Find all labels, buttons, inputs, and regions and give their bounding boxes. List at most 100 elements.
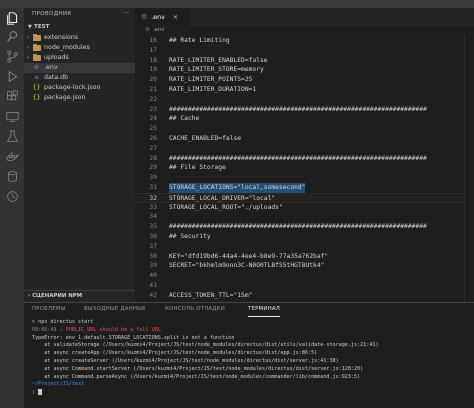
code-line[interactable]: 23 ######################################…	[135, 105, 474, 115]
line-number: 41	[149, 282, 157, 289]
code-line[interactable]: 38 KEY="dfd19bd6-44a4-4ee4-b8e9-77a35a762…	[135, 252, 474, 262]
line-number: 19	[149, 66, 157, 74]
tree-item-package-lock[interactable]: {} package-lock.json	[24, 83, 135, 93]
code-line[interactable]: 35 ######################################…	[135, 222, 474, 232]
breadcrumb-file: .env	[152, 27, 165, 33]
breadcrumb[interactable]: ⚙ .env	[135, 26, 474, 34]
line-number: 37	[149, 242, 157, 250]
line-number: 26	[149, 135, 157, 142]
code-line[interactable]: 32 STORAGE_LOCAL_DRIVER="local"	[135, 192, 474, 203]
code-line[interactable]: 28 ######################################…	[135, 154, 474, 164]
json-icon: {}	[32, 94, 41, 101]
terminal-cursor	[38, 389, 43, 396]
code-line[interactable]: 16 ## Rate Limiting	[135, 36, 474, 46]
line-text: ## Cache	[169, 115, 200, 123]
testing-icon[interactable]	[4, 128, 20, 144]
terminal-line: at async createApp (/Users/kuzmi4/Projec…	[32, 350, 318, 357]
code-line[interactable]: 30	[135, 173, 474, 183]
workspace-section-header[interactable]: ▼ TEST	[24, 22, 135, 32]
more-actions-icon[interactable]: ···	[123, 8, 129, 20]
code-line[interactable]: 22	[135, 95, 474, 105]
terminal-line: at async Command.parseAsync (/Users/kuzm…	[32, 373, 361, 380]
code-line[interactable]: 40	[135, 271, 474, 281]
tree-item-extensions[interactable]: › extensions	[24, 33, 135, 43]
chevron-right-icon: ›	[27, 45, 29, 51]
line-text: RATE_LIMITER_ENABLED=false	[169, 56, 268, 64]
tab-terminal[interactable]: ТЕРМИНАЛ	[248, 303, 281, 317]
tree-item-package-json[interactable]: {} package.json	[24, 93, 135, 103]
tree-item-env[interactable]: ⚙ .env	[24, 63, 135, 73]
terminal-line: at async Command.startServer (/Users/kuz…	[32, 365, 364, 372]
code-line[interactable]: 17	[135, 46, 474, 56]
warning-text: ⚠ PUBLIC_URL should be a full URL	[59, 326, 161, 333]
files-icon[interactable]	[4, 10, 20, 26]
remote-explorer-icon[interactable]	[4, 108, 20, 124]
line-number: 39	[149, 262, 157, 270]
line-number: 35	[149, 223, 157, 231]
folder-icon	[32, 44, 41, 52]
source-control-icon[interactable]	[4, 48, 20, 64]
database-icon[interactable]	[4, 168, 20, 184]
line-text: KEY="dfd19bd6-44a4-4ee4-b8e9-77a35a762ba…	[169, 252, 329, 260]
tab-problems[interactable]: ПРОБЛЕМЫ	[32, 303, 66, 317]
code-line[interactable]: 29 ## File Storage	[135, 163, 474, 173]
code-line[interactable]: 21 RATE_LIMITER_DURATION=1	[135, 85, 474, 95]
tree-item-uploads[interactable]: › uploads	[24, 53, 135, 63]
chevron-right-icon: ›	[27, 55, 29, 61]
line-number: 16	[149, 37, 157, 44]
explorer-sidebar: ПРОВОДНИК ··· ▼ TEST › extensions › node_…	[24, 8, 135, 308]
code-line[interactable]: 26 CACHE_ENABLED=false	[135, 134, 474, 144]
code-line[interactable]: 42 ACCESS_TOKEN_TTL="15m"	[135, 291, 474, 301]
code-line[interactable]: 37	[135, 242, 474, 252]
line-text: ## Rate Limiting	[169, 37, 230, 44]
line-text: ACCESS_TOKEN_TTL="15m"	[169, 291, 253, 299]
npm-scripts-header[interactable]: › СЦЕНАРИИ NPM	[24, 290, 135, 300]
line-number: 42	[149, 291, 157, 299]
terminal-prompt-path: ~/Project/JS/test	[32, 381, 472, 389]
code-line[interactable]: 36 ## Security	[135, 232, 474, 242]
tab-env[interactable]: ⚙ .env ×	[135, 8, 191, 26]
line-text: ## File Storage	[169, 164, 226, 172]
close-icon[interactable]: ×	[173, 14, 178, 21]
gear-icon: ⚙	[33, 64, 40, 71]
minimap[interactable]	[464, 34, 474, 302]
line-number: 18	[149, 56, 157, 64]
tab-debug-console[interactable]: КОНСОЛЬ ОТЛАДКИ	[165, 303, 225, 317]
code-line[interactable]: 39 SECRET="bkhmlm9onn3C-N0O0TLBfS5tHGT8Ut…	[135, 261, 474, 271]
code-line[interactable]: 33 STORAGE_LOCAL_ROOT="./uploads"	[135, 203, 474, 213]
code-line[interactable]: 31 STORAGE_LOCATIONS="local,somesecond"	[135, 183, 474, 193]
chevron-right-icon: ›	[28, 293, 31, 299]
chevron-right-icon: ›	[27, 35, 29, 41]
code-line[interactable]: 19 RATE_LIMITER_STORE=memory	[135, 65, 474, 75]
tab-output[interactable]: ВЫХОДНЫЕ ДАННЫЕ	[84, 303, 146, 317]
code-editor[interactable]: 16 ## Rate Limiting 17 18 RATE_LIMITER_ENABL…	[135, 34, 474, 302]
tree-item-data-db[interactable]: ≡ data.db	[24, 73, 135, 83]
run-debug-icon[interactable]	[4, 68, 20, 84]
line-number: 21	[149, 86, 157, 93]
sidebar-title: ПРОВОДНИК	[32, 11, 72, 17]
code-line[interactable]: 34	[135, 212, 474, 222]
extensions-icon[interactable]	[4, 88, 20, 104]
terminal-output[interactable]: > npx directus start 08:00:43 ⚠ PUBLIC_U…	[32, 319, 472, 408]
timeline-icon[interactable]	[4, 188, 20, 204]
tree-item-label: uploads	[44, 54, 69, 61]
folder-icon	[32, 54, 41, 62]
docker-icon[interactable]	[4, 148, 20, 164]
prompt-path: ~/Project/JS/test	[32, 381, 85, 388]
line-number: 20	[149, 76, 157, 84]
tree-item-node-modules[interactable]: › node_modules	[24, 43, 135, 53]
line-number: 30	[149, 174, 157, 182]
code-line[interactable]: 41	[135, 281, 474, 291]
gear-icon: ⚙	[145, 27, 150, 33]
code-line[interactable]: 25	[135, 124, 474, 134]
line-number: 23	[149, 105, 157, 113]
code-line[interactable]: 24 ## Cache	[135, 114, 474, 124]
code-line[interactable]: 18 RATE_LIMITER_ENABLED=false	[135, 56, 474, 66]
tree-item-label: .env	[44, 64, 58, 71]
search-icon[interactable]	[4, 28, 20, 44]
code-line[interactable]: 27	[135, 144, 474, 154]
terminal-line: at validateStorage (/Users/kuzmi4/Projec…	[32, 342, 379, 349]
warning-time: 08:00:43	[32, 326, 57, 333]
line-number: 31	[149, 184, 157, 191]
code-line[interactable]: 20 RATE_LIMITER_POINTS=25	[135, 75, 474, 85]
